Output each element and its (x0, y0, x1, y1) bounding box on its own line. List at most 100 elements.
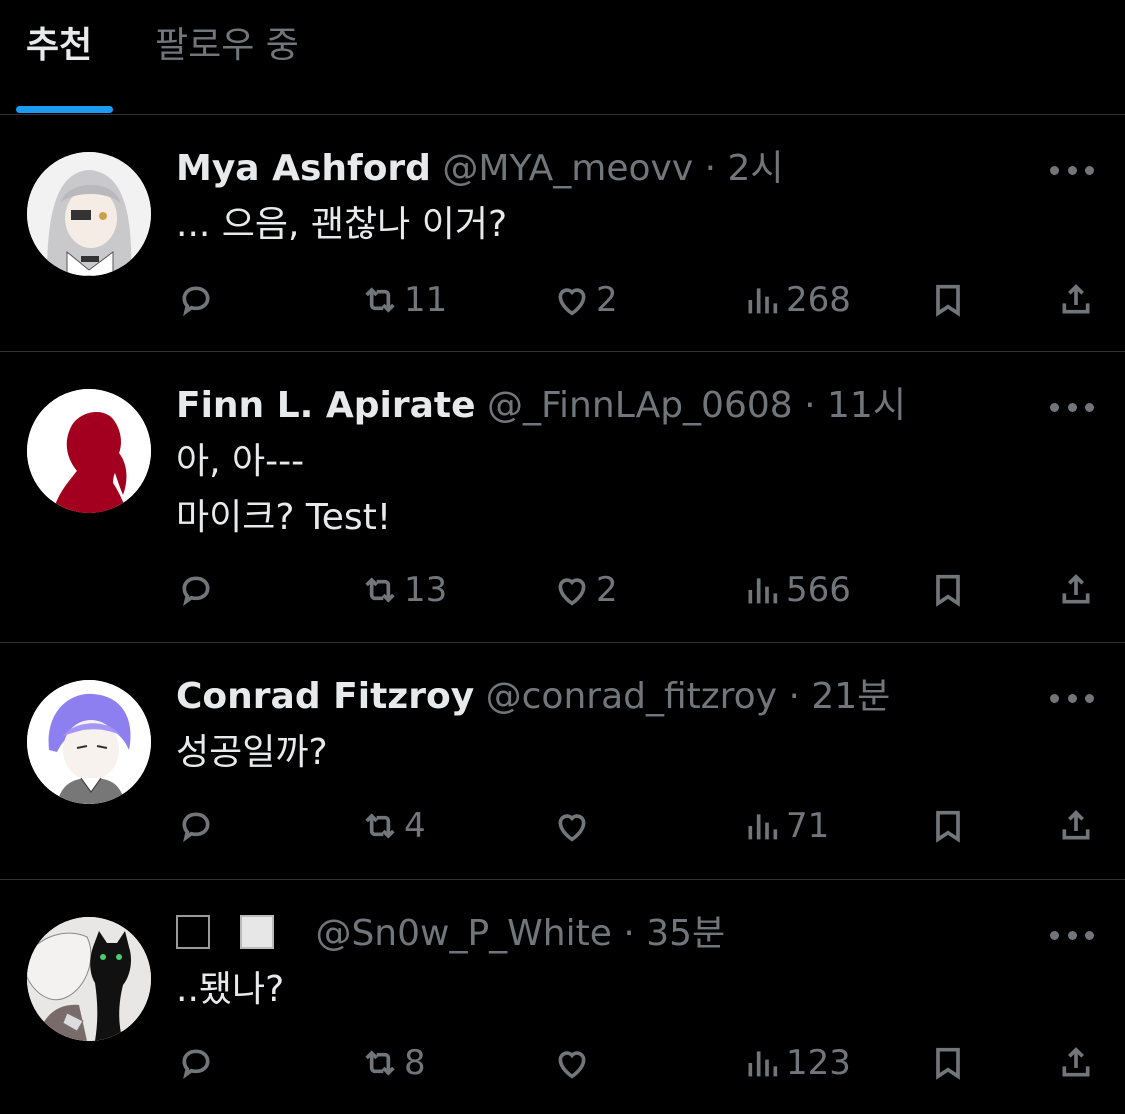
tweet-text: 아, 아--- 마이크? Test! (176, 441, 392, 538)
tweet-text: 성공일까? (176, 732, 328, 773)
reply-button[interactable] (176, 275, 216, 325)
tweet[interactable]: Mya Ashford @MYA_meovv · 2시 ... 으음, 괜찮나 … (0, 115, 1125, 352)
retweet-count: 4 (404, 806, 426, 846)
retweet-count: 13 (404, 570, 448, 610)
tab-recommended[interactable]: 추천 (26, 22, 92, 70)
bookmark-button[interactable] (928, 565, 968, 615)
heart-icon (558, 1051, 586, 1079)
tab-following[interactable]: 팔로우 중 (155, 22, 299, 70)
handle[interactable]: @_FinnLAp_0608 (487, 385, 793, 426)
tweet-actions: 4 71 (0, 801, 1125, 851)
white-hair-character-with-black-cat-avatar-icon (27, 917, 151, 1041)
like-button[interactable] (552, 1038, 592, 1088)
bookmark-button[interactable] (928, 801, 968, 851)
views-button[interactable]: 71 (742, 801, 829, 851)
white-square-emoji-icon (240, 915, 274, 949)
heart-icon (558, 578, 586, 606)
avatar[interactable] (27, 917, 151, 1041)
like-count: 2 (596, 280, 618, 320)
separator: · (623, 913, 635, 954)
share-button[interactable] (1056, 565, 1096, 615)
separator: · (788, 676, 800, 717)
more-options-icon[interactable] (1050, 925, 1094, 945)
reply-button[interactable] (176, 1038, 216, 1088)
views-button[interactable]: 566 (742, 565, 851, 615)
display-name[interactable]: Mya Ashford (176, 148, 431, 189)
tweet-header: Finn L. Apirate @_FinnLAp_0608 · 11시 (176, 384, 906, 428)
share-icon (1062, 574, 1090, 604)
handle[interactable]: @conrad_fitzroy (486, 676, 777, 717)
share-icon (1062, 1047, 1090, 1077)
timestamp[interactable]: 11시 (827, 385, 906, 426)
avatar[interactable] (27, 680, 151, 804)
reply-icon (182, 576, 210, 607)
views-chart-icon (748, 814, 778, 840)
tweet-text: ... 으음, 괜찮나 이거? (176, 204, 508, 245)
retweet-icon (365, 813, 395, 839)
timestamp[interactable]: 21분 (811, 676, 890, 717)
display-name[interactable]: Finn L. Apirate (176, 385, 476, 426)
retweet-icon (365, 577, 395, 603)
red-silhouette-avatar-icon (27, 389, 151, 513)
tweet-header: @Sn0w_P_White · 35분 (176, 912, 725, 956)
handle[interactable]: @Sn0w_P_White (315, 913, 611, 954)
bookmark-icon (936, 1047, 960, 1080)
bookmark-icon (936, 574, 960, 607)
tweet-actions: 13 2 566 (0, 565, 1125, 615)
tweet[interactable]: @Sn0w_P_White · 35분 ..됐나? 8 123 (0, 880, 1125, 1114)
share-icon (1062, 810, 1090, 840)
more-options-icon[interactable] (1050, 160, 1094, 180)
tweet-text: ..됐나? (176, 969, 285, 1010)
views-count: 123 (786, 1043, 851, 1083)
heart-icon (558, 814, 586, 842)
retweet-button[interactable]: 4 (360, 801, 426, 851)
retweet-button[interactable]: 8 (360, 1038, 426, 1088)
like-button[interactable] (552, 801, 592, 851)
views-chart-icon (748, 1051, 778, 1077)
reply-icon (182, 1049, 210, 1080)
share-button[interactable] (1056, 275, 1096, 325)
timeline-tabs: 추천 팔로우 중 (0, 0, 1125, 115)
purple-hair-character-avatar-icon (27, 680, 151, 804)
more-options-icon[interactable] (1050, 397, 1094, 417)
tweet[interactable]: Finn L. Apirate @_FinnLAp_0608 · 11시 아, … (0, 352, 1125, 643)
views-chart-icon (748, 288, 778, 314)
display-name[interactable]: Conrad Fitzroy (176, 676, 474, 717)
separator: · (704, 148, 717, 189)
retweet-icon (365, 287, 395, 313)
more-options-icon[interactable] (1050, 688, 1094, 708)
reply-button[interactable] (176, 565, 216, 615)
views-button[interactable]: 123 (742, 1038, 851, 1088)
avatar[interactable] (27, 389, 151, 513)
views-count: 71 (786, 806, 830, 846)
timestamp[interactable]: 2시 (728, 148, 784, 189)
retweet-button[interactable]: 11 (360, 275, 447, 325)
like-button[interactable]: 2 (552, 565, 618, 615)
views-count: 268 (786, 280, 851, 320)
handle[interactable]: @MYA_meovv (442, 148, 693, 189)
timestamp[interactable]: 35분 (646, 913, 725, 954)
share-icon (1062, 284, 1090, 314)
share-button[interactable] (1056, 1038, 1096, 1088)
silver-hair-character-avatar-icon (27, 152, 151, 276)
tweet-actions: 11 2 268 (0, 275, 1125, 325)
reply-icon (182, 812, 210, 843)
reply-button[interactable] (176, 801, 216, 851)
tweet[interactable]: Conrad Fitzroy @conrad_fitzroy · 21분 성공일… (0, 643, 1125, 880)
like-button[interactable]: 2 (552, 275, 618, 325)
views-count: 566 (786, 570, 851, 610)
avatar[interactable] (27, 152, 151, 276)
active-tab-indicator (16, 106, 113, 113)
bookmark-icon (936, 810, 960, 843)
tweet-header: Conrad Fitzroy @conrad_fitzroy · 21분 (176, 675, 890, 719)
retweet-count: 11 (404, 280, 448, 320)
retweet-button[interactable]: 13 (360, 565, 447, 615)
separator: · (804, 385, 816, 426)
views-chart-icon (748, 578, 778, 604)
tweet-header: Mya Ashford @MYA_meovv · 2시 (176, 147, 784, 191)
views-button[interactable]: 268 (742, 275, 851, 325)
bookmark-button[interactable] (928, 275, 968, 325)
share-button[interactable] (1056, 801, 1096, 851)
reply-icon (182, 286, 210, 317)
bookmark-button[interactable] (928, 1038, 968, 1088)
